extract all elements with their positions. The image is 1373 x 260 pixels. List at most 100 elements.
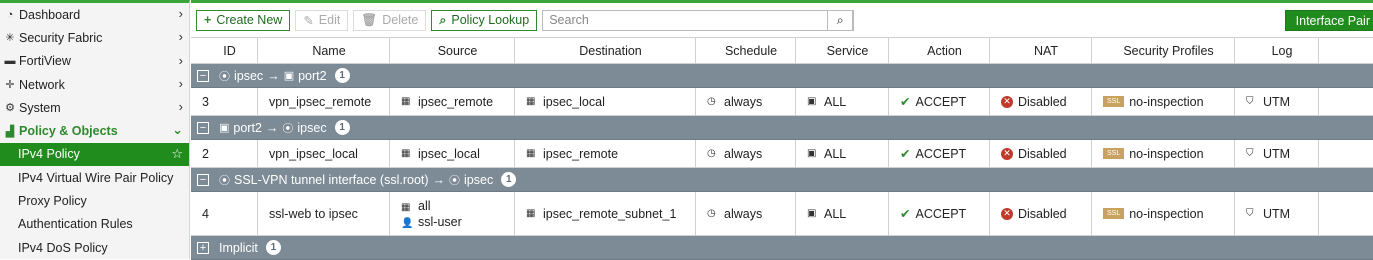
- source-value[interactable]: all: [418, 199, 431, 213]
- sidebar-item-label: IPv4 Virtual Wire Pair Policy: [18, 170, 174, 185]
- table-row[interactable]: 2 vpn_ipsec_local ▦ ipsec_local ▦ ipsec_re…: [191, 140, 1373, 168]
- sidebar-item-proxy-policy[interactable]: Proxy Policy: [0, 189, 189, 212]
- profile-value[interactable]: no-inspection: [1129, 95, 1203, 109]
- schedule-value[interactable]: always: [724, 207, 762, 221]
- group-header[interactable]: − ⦿ SSL-VPN tunnel interface (ssl.root) …: [191, 168, 1373, 192]
- action-value: ACCEPT: [915, 146, 967, 161]
- delete-button[interactable]: 🗑 Delete: [353, 9, 427, 31]
- interface-pair-label: Interface Pair: [1295, 13, 1370, 28]
- address-icon: ▦: [526, 96, 536, 107]
- column-header-id[interactable]: ID: [191, 38, 258, 63]
- check-icon: ✔: [900, 147, 911, 161]
- delete-label: Delete: [382, 13, 419, 27]
- sidebar-item-ipv4-policy[interactable]: IPv4 Policy ☆: [0, 142, 189, 167]
- group-from: ipsec: [234, 68, 264, 83]
- count-badge: 1: [334, 68, 350, 83]
- create-new-button[interactable]: + Create New: [196, 9, 291, 31]
- sidebar-item-policy-objects[interactable]: ▟ Policy & Objects ⌄: [0, 119, 189, 142]
- row-spacer: [1319, 192, 1373, 235]
- schedule-value[interactable]: always: [724, 147, 762, 161]
- address-icon: ▦: [401, 148, 411, 159]
- collapse-icon[interactable]: −: [197, 173, 209, 186]
- search-input[interactable]: Search ⌕: [542, 9, 855, 31]
- policy-lookup-label: Policy Lookup: [451, 13, 530, 27]
- policy-name: ssl-web to ipsec: [258, 192, 390, 235]
- sidebar-item-security-fabric[interactable]: ✳ Security Fabric ›: [0, 26, 189, 49]
- sidebar-item-authentication-rules[interactable]: Authentication Rules: [0, 213, 189, 236]
- table-row[interactable]: 4 ssl-web to ipsec ▦ all 👤 ssl-user ▦ ipsec…: [191, 192, 1373, 236]
- shield-icon: ⛉: [1246, 148, 1254, 159]
- policy-icon: ▟: [5, 125, 15, 138]
- check-icon: ✔: [900, 207, 911, 221]
- action-cell: ✔ ACCEPT: [889, 88, 990, 115]
- policy-lookup-button[interactable]: ⌕ Policy Lookup: [431, 9, 538, 31]
- sidebar-item-label: FortiView: [19, 54, 71, 69]
- log-cell: ⛉ UTM: [1235, 140, 1319, 167]
- log-value: UTM: [1263, 94, 1291, 109]
- arrow-icon: →: [265, 120, 279, 135]
- destination-value[interactable]: ipsec_remote: [543, 147, 618, 161]
- star-icon[interactable]: ☆: [171, 146, 183, 162]
- search-button[interactable]: ⌕: [827, 9, 854, 31]
- source-value[interactable]: ssl-user: [418, 215, 462, 229]
- column-header-nat[interactable]: NAT: [990, 38, 1092, 63]
- group-to: ipsec: [297, 120, 327, 135]
- schedule-value[interactable]: always: [724, 95, 762, 109]
- group-header-implicit[interactable]: + Implicit 1: [191, 236, 1373, 260]
- destination-value[interactable]: ipsec_local: [543, 95, 605, 109]
- source-value[interactable]: ipsec_remote: [418, 95, 493, 109]
- service-value[interactable]: ALL: [824, 95, 846, 109]
- schedule-icon: ◷: [707, 208, 716, 219]
- collapse-icon[interactable]: −: [197, 121, 209, 134]
- profile-value[interactable]: no-inspection: [1129, 147, 1203, 161]
- vpn-tunnel-icon: ⦿: [219, 70, 230, 83]
- log-value: UTM: [1263, 146, 1291, 161]
- group-label: Implicit: [219, 240, 258, 255]
- sidebar-item-label: Policy & Objects: [19, 124, 118, 139]
- table-row[interactable]: 3 vpn_ipsec_remote ▦ ipsec_remote ▦ ipsec_…: [191, 88, 1373, 116]
- port-icon: ▣: [219, 122, 230, 134]
- column-header-log[interactable]: Log: [1235, 38, 1319, 63]
- sidebar-item-label: System: [19, 100, 61, 115]
- sidebar-item-ipv4-virtual-wire-pair-policy[interactable]: IPv4 Virtual Wire Pair Policy: [0, 166, 189, 189]
- sidebar-item-network[interactable]: ✛ Network ›: [0, 73, 189, 96]
- port-icon: ▣: [283, 70, 295, 82]
- column-header-source[interactable]: Source: [390, 38, 515, 63]
- group-header[interactable]: − ⦿ ipsec → ▣ port2 1: [191, 64, 1373, 88]
- action-cell: ✔ ACCEPT: [889, 140, 990, 167]
- service-value[interactable]: ALL: [824, 147, 846, 161]
- sidebar: ◔ Dashboard › ✳ Security Fabric › ▬ Fort…: [0, 0, 190, 259]
- search-placeholder: Search: [549, 13, 589, 27]
- sidebar-item-fortiview[interactable]: ▬ FortiView ›: [0, 50, 189, 73]
- column-header-security-profiles[interactable]: Security Profiles: [1092, 38, 1235, 63]
- column-header-schedule[interactable]: Schedule: [696, 38, 796, 63]
- row-spacer: [1319, 140, 1373, 167]
- source-value[interactable]: ipsec_local: [418, 147, 480, 161]
- vpn-tunnel-icon: ⦿: [219, 174, 230, 187]
- check-icon: ✔: [900, 95, 911, 109]
- pencil-icon: ✎: [303, 13, 314, 28]
- expand-icon[interactable]: +: [197, 241, 209, 254]
- group-to: port2: [298, 68, 327, 83]
- profile-value[interactable]: no-inspection: [1129, 207, 1203, 221]
- interface-pair-view-button[interactable]: Interface Pair: [1284, 10, 1373, 31]
- policy-id: 2: [191, 140, 258, 167]
- collapse-icon[interactable]: −: [197, 69, 209, 82]
- action-value: ACCEPT: [915, 94, 967, 109]
- sidebar-item-system[interactable]: ⚙ System ›: [0, 96, 189, 119]
- group-header[interactable]: − ▣ port2 → ⦿ ipsec 1: [191, 116, 1373, 140]
- service-value[interactable]: ALL: [824, 207, 846, 221]
- sidebar-item-dashboard[interactable]: ◔ Dashboard ›: [0, 3, 189, 26]
- schedule-icon: ◷: [707, 96, 716, 107]
- column-header-service[interactable]: Service: [796, 38, 889, 63]
- security-profiles-cell: SSL no-inspection: [1092, 140, 1235, 167]
- column-header-name[interactable]: Name: [258, 38, 390, 63]
- destination-value[interactable]: ipsec_remote_subnet_1: [543, 207, 676, 221]
- edit-button[interactable]: ✎ Edit: [295, 9, 349, 31]
- search-icon: ⌕: [439, 12, 447, 27]
- disabled-icon: ✕: [1001, 147, 1013, 160]
- column-header-action[interactable]: Action: [889, 38, 990, 63]
- source-cell: ▦ all 👤 ssl-user: [390, 192, 515, 235]
- sidebar-item-ipv4-dos-policy[interactable]: IPv4 DoS Policy: [0, 236, 189, 259]
- column-header-destination[interactable]: Destination: [515, 38, 696, 63]
